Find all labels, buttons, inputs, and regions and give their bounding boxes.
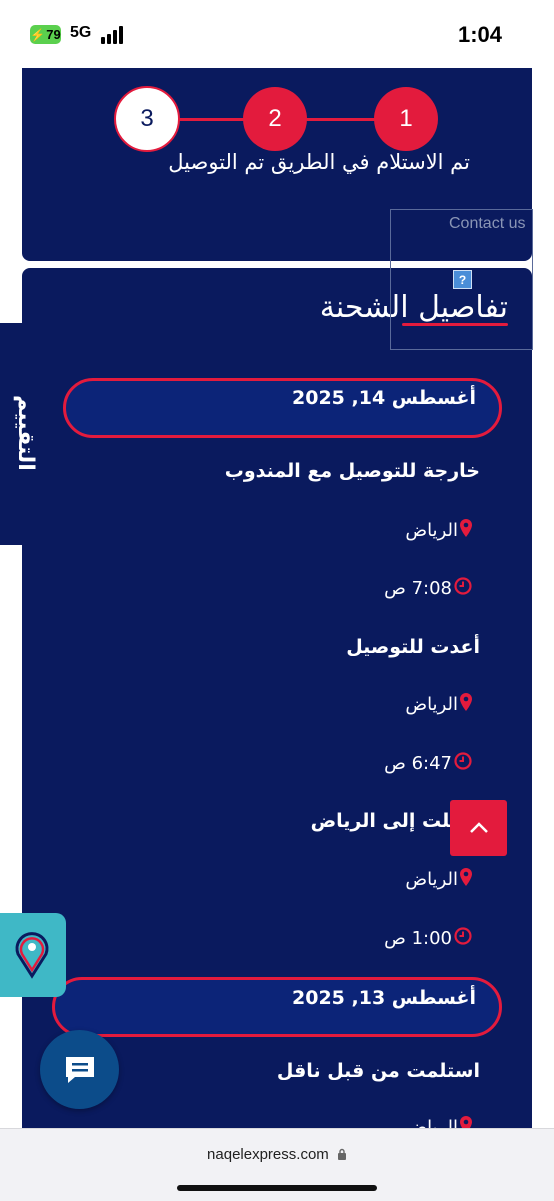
lock-icon <box>337 1148 346 1160</box>
clock-time: 1:04 <box>457 22 502 47</box>
event-time: 6:47 ص <box>384 752 472 775</box>
event-location: الرياض <box>405 519 472 542</box>
contact-us-label[interactable]: Contact us <box>449 215 525 233</box>
contact-us-widget[interactable]: Contact us ? <box>390 209 533 350</box>
event-location: الرياض <box>405 693 472 716</box>
battery-indicator: ⚡ 79 <box>30 25 61 44</box>
step-3-circle: 3 <box>114 86 180 152</box>
charging-bolt-icon: ⚡ <box>30 27 46 42</box>
chat-bubble-icon <box>65 1056 94 1083</box>
scroll-to-top-button[interactable] <box>450 800 507 856</box>
chevron-up-icon <box>469 822 488 833</box>
naqel-logo-icon <box>15 932 49 979</box>
clock-icon <box>454 577 472 600</box>
signal-strength-icon <box>101 26 127 44</box>
clock-icon <box>454 927 472 950</box>
map-pin-icon <box>460 519 472 542</box>
date-header: أغسطس 13, 2025 <box>292 987 476 1009</box>
progress-step-labels: تم الاستلام في الطريق تم التوصيل <box>168 150 470 174</box>
status-bar: ⚡ 79 5G 1:04 <box>0 0 554 68</box>
brand-logo-tab[interactable] <box>0 913 66 997</box>
event-status: خارجة للتوصيل مع المندوب <box>224 460 480 482</box>
event-status: أعدت للتوصيل <box>346 636 480 658</box>
rating-tab-label[interactable]: التقييم <box>13 395 38 471</box>
event-status: استلمت من قبل ناقل <box>276 1060 480 1082</box>
map-pin-icon <box>460 693 472 716</box>
step-2-circle: 2 <box>243 87 307 151</box>
event-time: 1:00 ص <box>384 927 472 950</box>
network-type: 5G <box>70 24 92 41</box>
date-header: أغسطس 14, 2025 <box>292 387 476 409</box>
event-time: 7:08 ص <box>384 577 472 600</box>
url-display[interactable]: naqelexpress.com <box>0 1146 554 1163</box>
step-1-circle: 1 <box>374 87 438 151</box>
map-pin-icon <box>460 868 472 891</box>
chat-button[interactable] <box>40 1030 119 1109</box>
event-location: الرياض <box>405 868 472 891</box>
clock-icon <box>454 752 472 775</box>
help-question-icon[interactable]: ? <box>453 270 472 289</box>
home-indicator <box>177 1185 377 1191</box>
